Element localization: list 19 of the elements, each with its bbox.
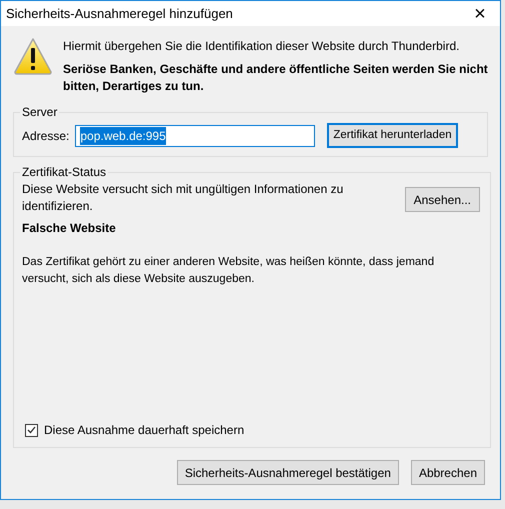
close-button[interactable]: × <box>460 1 500 26</box>
intro-text: Hiermit übergehen Sie die Identifikation dieser Website durch Thunderbird. <box>63 38 460 55</box>
address-label: Adresse: <box>22 128 70 144</box>
group-legend: Server <box>20 103 60 121</box>
dialog-button[interactable]: Sicherheits-Ausnahmeregel bestätigen <box>176 460 399 485</box>
address-value: pop.web.de:995 <box>80 126 166 144</box>
window-title: Sicherheits-Ausnahmeregel hinzufügen <box>6 4 233 23</box>
address-field[interactable]: pop.web.de:995 <box>75 124 316 146</box>
group-legend: Zertifikat-Status <box>20 163 108 181</box>
warning-icon <box>13 37 53 75</box>
status-description: Diese Website versucht sich mit ungültigen Informationen zu identifizieren. <box>22 181 344 215</box>
view-button[interactable]: Ansehen... <box>404 187 480 212</box>
remember-checkbox[interactable] <box>25 424 38 436</box>
remember-label: Diese Ausnahme dauerhaft speichern <box>44 422 244 439</box>
download-button[interactable]: Zertifikat herunterladen <box>327 123 458 148</box>
status-heading: Falsche Website <box>22 220 117 237</box>
status-details: Das Zertifikat gehört zu einer anderen Website, was heißen könnte, dass jemand versucht, sich als diese Website auszugeben. <box>22 255 436 287</box>
warning-text: Seriöse Banken, Geschäfte und andere öffentliche Seiten werden Sie nicht bitten, Derartiges zu tun. <box>63 61 489 95</box>
dialog-button[interactable]: Abbrechen <box>410 460 485 485</box>
